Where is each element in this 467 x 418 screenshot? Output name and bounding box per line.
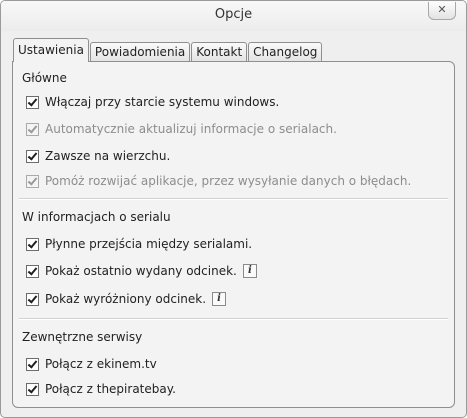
close-icon[interactable]: ✕ — [428, 2, 456, 20]
smooth-transitions-checkbox[interactable] — [26, 237, 39, 251]
option-send-error-reports: Pomóż rozwijać aplikacje, przez wysyłani… — [26, 173, 411, 189]
section-divider — [19, 198, 448, 200]
connect-ekinem-checkbox[interactable] — [26, 357, 39, 371]
option-label: Włączaj przy starcie systemu windows. — [45, 95, 280, 109]
option-show-latest-episode[interactable]: Pokaż ostatnio wydany odcinek. i — [26, 263, 257, 279]
section-title-main: Główne — [22, 71, 67, 85]
title-bar[interactable]: Opcje ✕ — [1, 1, 466, 31]
option-label: Połącz z ekinem.tv — [45, 357, 157, 371]
option-connect-ekinem[interactable]: Połącz z ekinem.tv — [26, 356, 157, 372]
tab-bar: Ustawienia Powiadomienia Kontakt Changel… — [13, 38, 323, 62]
auto-update-checkbox — [26, 122, 39, 136]
option-show-featured-episode[interactable]: Pokaż wyróżniony odcinek. i — [26, 291, 227, 307]
option-connect-thepiratebay[interactable]: Połącz z thepiratebay. — [26, 381, 176, 397]
settings-panel: Główne Włączaj przy starcie systemu wind… — [12, 61, 455, 408]
show-latest-episode-checkbox[interactable] — [26, 264, 39, 278]
send-error-reports-checkbox — [26, 174, 39, 188]
option-label: Pokaż wyróżniony odcinek. — [45, 292, 207, 306]
section-title-series-info: W informacjach o serialu — [22, 210, 171, 224]
window-title: Opcje — [214, 7, 253, 22]
option-label: Połącz z thepiratebay. — [45, 382, 176, 396]
tab-contact[interactable]: Kontakt — [191, 42, 248, 61]
option-smooth-transitions[interactable]: Płynne przejścia między serialami. — [26, 236, 252, 252]
option-always-on-top[interactable]: Zawsze na wierzchu. — [26, 148, 170, 164]
tab-settings[interactable]: Ustawienia — [13, 38, 89, 62]
option-start-with-windows[interactable]: Włączaj przy starcie systemu windows. — [26, 94, 279, 110]
tab-notifications[interactable]: Powiadomienia — [89, 42, 191, 61]
option-auto-update: Automatycznie aktualizuj informacje o se… — [26, 121, 337, 137]
info-icon[interactable]: i — [212, 292, 227, 306]
options-window: Opcje ✕ Ustawienia Powiadomienia Kontakt… — [0, 0, 467, 418]
section-title-external: Zewnętrzne serwisy — [22, 330, 143, 344]
show-featured-episode-checkbox[interactable] — [26, 292, 39, 306]
start-with-windows-checkbox[interactable] — [26, 95, 39, 109]
connect-thepiratebay-checkbox[interactable] — [26, 382, 39, 396]
option-label: Zawsze na wierzchu. — [45, 149, 171, 163]
info-icon[interactable]: i — [242, 264, 257, 278]
option-label: Pomóż rozwijać aplikacje, przez wysyłani… — [45, 174, 412, 188]
tab-changelog[interactable]: Changelog — [248, 42, 323, 61]
always-on-top-checkbox[interactable] — [26, 149, 39, 163]
section-divider — [19, 318, 448, 320]
option-label: Automatycznie aktualizuj informacje o se… — [45, 122, 337, 136]
option-label: Płynne przejścia między serialami. — [45, 237, 253, 251]
option-label: Pokaż ostatnio wydany odcinek. — [45, 264, 237, 278]
